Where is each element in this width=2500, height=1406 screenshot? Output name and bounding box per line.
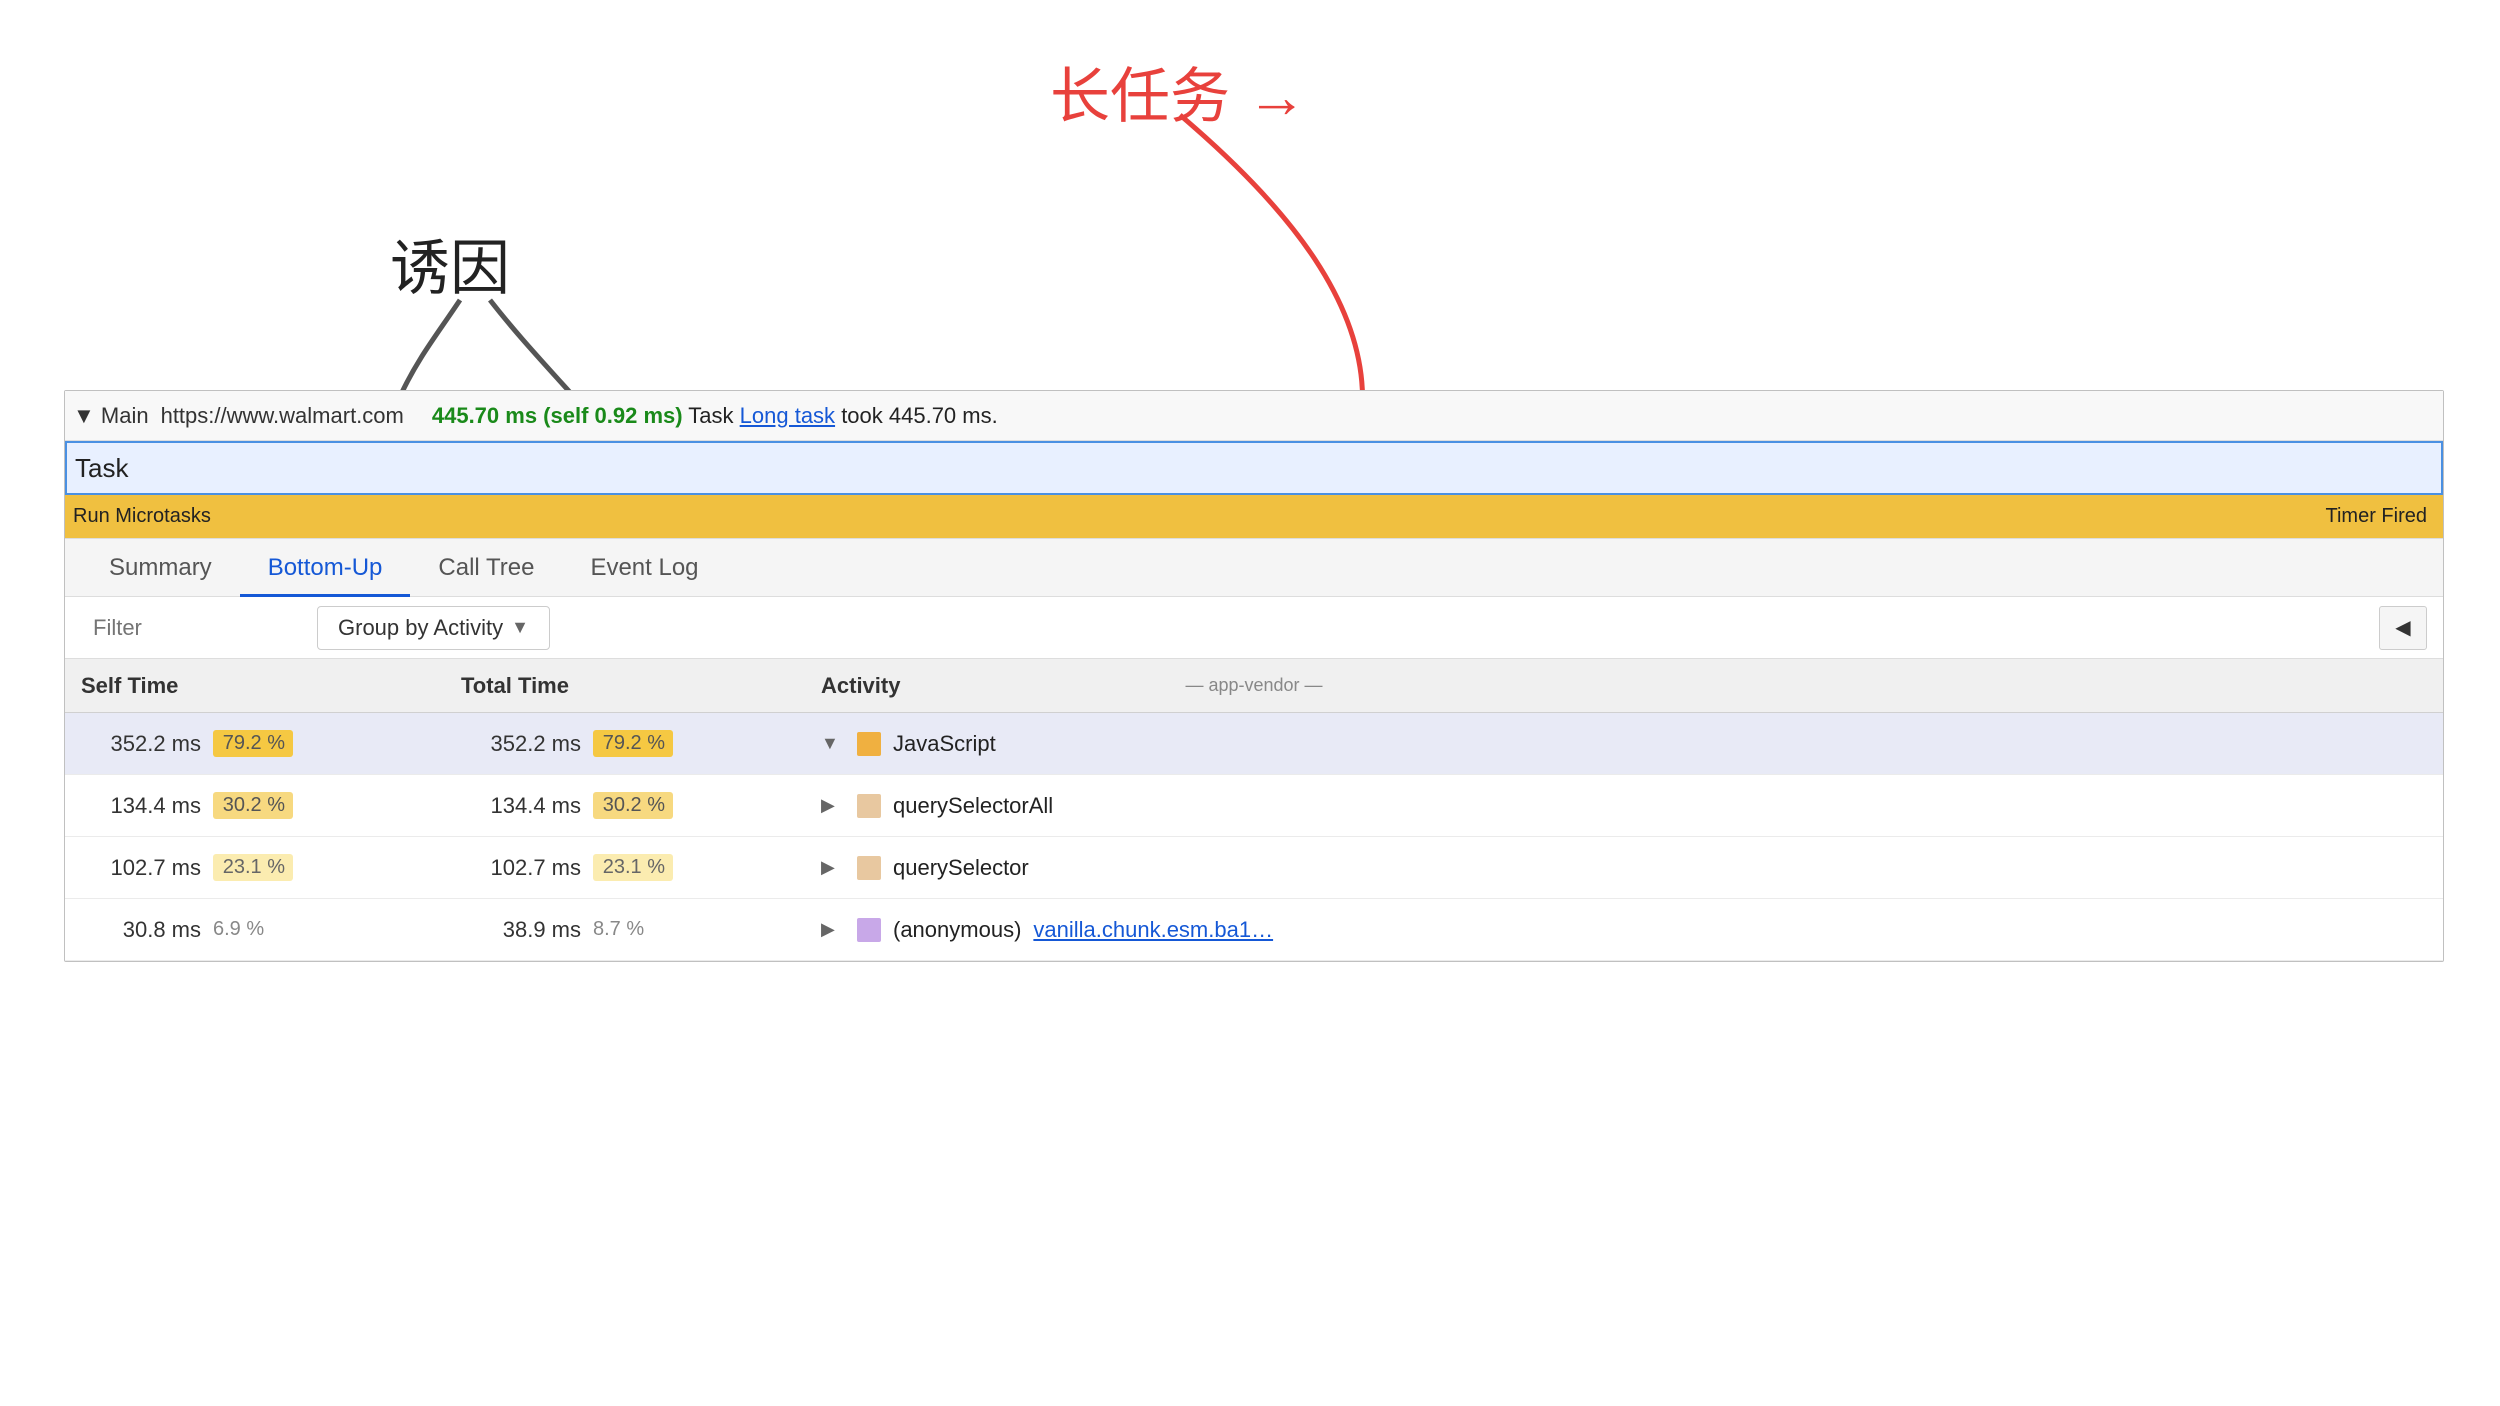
total-time-pct: 23.1 % [593, 854, 673, 881]
activity-name: querySelector [893, 855, 1029, 881]
expand-icon[interactable]: ▶ [821, 857, 845, 878]
task-bar-label: Task [75, 453, 128, 484]
col-header-activity: Activity [821, 673, 2427, 699]
cell-self-time: 30.8 ms 6.9 % [81, 917, 461, 943]
subtask-right-label: Timer Fired [2318, 503, 2435, 530]
table-header: Self Time Total Time — app-vendor — Acti… [65, 659, 2443, 713]
tab-summary[interactable]: Summary [81, 542, 240, 597]
total-time-pct: 79.2 % [593, 730, 673, 757]
devtools-panel: ▼ Main https://www.walmart.com 445.70 ms… [64, 390, 2444, 962]
subtask-left-label: Run Microtasks [73, 505, 211, 528]
timeline-url: https://www.walmart.com [161, 403, 404, 429]
self-time-value: 134.4 ms [81, 793, 201, 819]
table-row[interactable]: 102.7 ms 23.1 % 102.7 ms 23.1 % ▶ queryS… [65, 837, 2443, 899]
cell-total-time: 352.2 ms 79.2 % [461, 730, 821, 757]
long-task-link[interactable]: Long task [740, 403, 835, 428]
expand-icon[interactable]: ▶ [821, 795, 845, 816]
cell-self-time: 134.4 ms 30.2 % [81, 792, 461, 819]
self-time-pct: 30.2 % [213, 792, 293, 819]
cell-total-time: 102.7 ms 23.1 % [461, 854, 821, 881]
activity-color-square [857, 856, 881, 880]
self-time-pct: 79.2 % [213, 730, 293, 757]
expand-icon[interactable]: ▼ [821, 733, 845, 754]
col-header-self-time: Self Time [81, 673, 461, 699]
total-time-value: 38.9 ms [461, 917, 581, 943]
total-time-pct: 30.2 % [593, 792, 673, 819]
self-time-value: 352.2 ms [81, 731, 201, 757]
timing-task-label: Task [688, 403, 739, 428]
group-by-button[interactable]: Group by Activity ▼ [317, 606, 550, 650]
self-time-pct: 23.1 % [213, 854, 293, 881]
group-by-label: Group by Activity [338, 615, 503, 641]
cell-activity: ▶ querySelectorAll [821, 793, 2427, 819]
tab-call-tree[interactable]: Call Tree [410, 542, 562, 597]
activity-name: querySelectorAll [893, 793, 1053, 819]
filter-input[interactable] [81, 609, 301, 647]
annotation-long-task: 长任务 → [1050, 48, 1307, 135]
subtask-row: Run Microtasks Timer Fired [65, 495, 2443, 539]
cell-activity: ▼ JavaScript [821, 731, 2427, 757]
cell-activity: ▶ querySelector [821, 855, 2427, 881]
activity-name: (anonymous) [893, 917, 1021, 943]
cell-self-time: 102.7 ms 23.1 % [81, 854, 461, 881]
cell-total-time: 134.4 ms 30.2 % [461, 792, 821, 819]
annotation-trigger: 诱因 [390, 220, 510, 307]
activity-color-square [857, 918, 881, 942]
chevron-down-icon: ▼ [511, 617, 529, 638]
timing-suffix: took 445.70 ms. [841, 403, 998, 428]
timeline-row: ▼ Main https://www.walmart.com 445.70 ms… [65, 391, 2443, 441]
self-time-pct: 6.9 % [213, 918, 264, 941]
cell-self-time: 352.2 ms 79.2 % [81, 730, 461, 757]
task-bar-row[interactable]: Task [65, 441, 2443, 495]
cell-total-time: 38.9 ms 8.7 % [461, 917, 821, 943]
total-time-value: 134.4 ms [461, 793, 581, 819]
total-time-pct: 8.7 % [593, 918, 644, 941]
cell-activity: ▶ (anonymous) vanilla.chunk.esm.ba1… [821, 917, 2427, 943]
tab-bottom-up[interactable]: Bottom-Up [240, 542, 411, 597]
sidebar-toggle-icon: ◀ [2395, 615, 2410, 640]
table-row[interactable]: 134.4 ms 30.2 % 134.4 ms 30.2 % ▶ queryS… [65, 775, 2443, 837]
filter-row: Group by Activity ▼ ◀ [65, 597, 2443, 659]
total-time-value: 352.2 ms [461, 731, 581, 757]
self-time-value: 30.8 ms [81, 917, 201, 943]
timeline-section-label: ▼ Main [73, 403, 149, 429]
activity-color-square [857, 794, 881, 818]
col-header-waterfall: — app-vendor — [1185, 675, 1322, 696]
sidebar-toggle-button[interactable]: ◀ [2379, 606, 2427, 650]
total-time-value: 102.7 ms [461, 855, 581, 881]
col-header-total-time: Total Time [461, 673, 821, 699]
activity-link[interactable]: vanilla.chunk.esm.ba1… [1033, 917, 1273, 943]
timing-green: 445.70 ms (self 0.92 ms) [432, 403, 683, 428]
table-body: 352.2 ms 79.2 % 352.2 ms 79.2 % ▼ JavaSc… [65, 713, 2443, 961]
tab-event-log[interactable]: Event Log [562, 542, 726, 597]
activity-color-square [857, 732, 881, 756]
table-row[interactable]: 352.2 ms 79.2 % 352.2 ms 79.2 % ▼ JavaSc… [65, 713, 2443, 775]
table-row[interactable]: 30.8 ms 6.9 % 38.9 ms 8.7 % ▶ (anonymous… [65, 899, 2443, 961]
expand-icon[interactable]: ▶ [821, 919, 845, 940]
timeline-timing: 445.70 ms (self 0.92 ms) Task Long task … [432, 403, 998, 429]
tabs-row: Summary Bottom-Up Call Tree Event Log [65, 539, 2443, 597]
self-time-value: 102.7 ms [81, 855, 201, 881]
activity-name: JavaScript [893, 731, 996, 757]
